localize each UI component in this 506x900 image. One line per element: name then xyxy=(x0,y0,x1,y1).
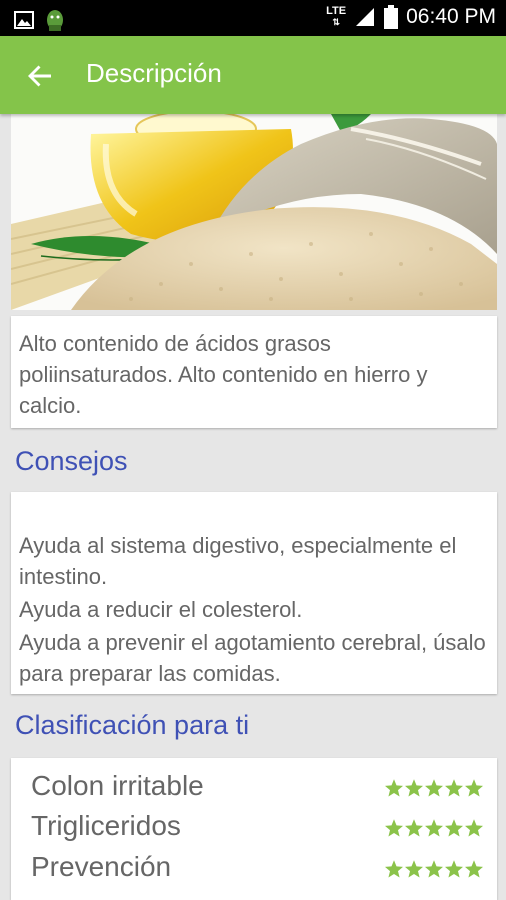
rating-label: Trigliceridos xyxy=(31,810,181,841)
back-button[interactable] xyxy=(22,58,58,94)
tip-item: Ayuda al sistema digestivo, especialment… xyxy=(19,533,457,589)
star-icon xyxy=(425,779,443,797)
status-bar: LTE ⇅ 06:40 PM xyxy=(0,0,506,36)
rating-row: Trigliceridos xyxy=(31,810,497,850)
star-icon xyxy=(425,860,443,878)
star-icon xyxy=(405,819,423,837)
consejos-heading: Consejos xyxy=(15,446,128,476)
star-icon xyxy=(465,860,483,878)
gallery-notification-icon xyxy=(14,11,34,29)
rating-stars[interactable] xyxy=(384,818,484,838)
description-card: Alto contenido de ácidos grasos poliinsa… xyxy=(11,316,497,428)
battery-icon xyxy=(384,5,399,29)
star-icon xyxy=(385,860,403,878)
rating-card: Colon irritable Trigliceridos Prevención xyxy=(11,758,497,900)
rating-label: Prevención xyxy=(31,851,172,882)
star-icon xyxy=(445,860,463,878)
lte-indicator: LTE ⇅ xyxy=(326,5,347,28)
star-icon xyxy=(405,860,423,878)
rating-label: Colon irritable xyxy=(31,770,204,801)
arrow-back-icon xyxy=(28,65,51,87)
hero-image xyxy=(11,114,497,310)
star-icon xyxy=(385,779,403,797)
tip-item: Ayuda a prevenir el agotamiento cerebral… xyxy=(19,630,486,686)
rating-row: Colon irritable xyxy=(31,770,497,810)
description-text: Alto contenido de ácidos grasos poliinsa… xyxy=(19,331,428,418)
star-icon xyxy=(445,819,463,837)
star-icon xyxy=(465,779,483,797)
tips-card: Ayuda al sistema digestivo, especialment… xyxy=(11,492,497,694)
star-icon xyxy=(405,779,423,797)
signal-icon xyxy=(356,8,375,26)
rating-stars[interactable] xyxy=(384,778,484,798)
star-icon xyxy=(445,779,463,797)
page-title: Descripción xyxy=(86,58,222,88)
star-icon xyxy=(385,819,403,837)
star-icon xyxy=(465,819,483,837)
app-bar: Descripción xyxy=(0,36,506,114)
rating-stars[interactable] xyxy=(384,859,484,879)
star-icon xyxy=(425,819,443,837)
clasificacion-heading: Clasificación para ti xyxy=(15,710,250,740)
status-time: 06:40 PM xyxy=(406,5,496,28)
tip-item: Ayuda a reducir el colesterol. xyxy=(19,597,303,622)
android-notification-icon xyxy=(47,10,63,31)
rating-row: Prevención xyxy=(31,851,497,891)
